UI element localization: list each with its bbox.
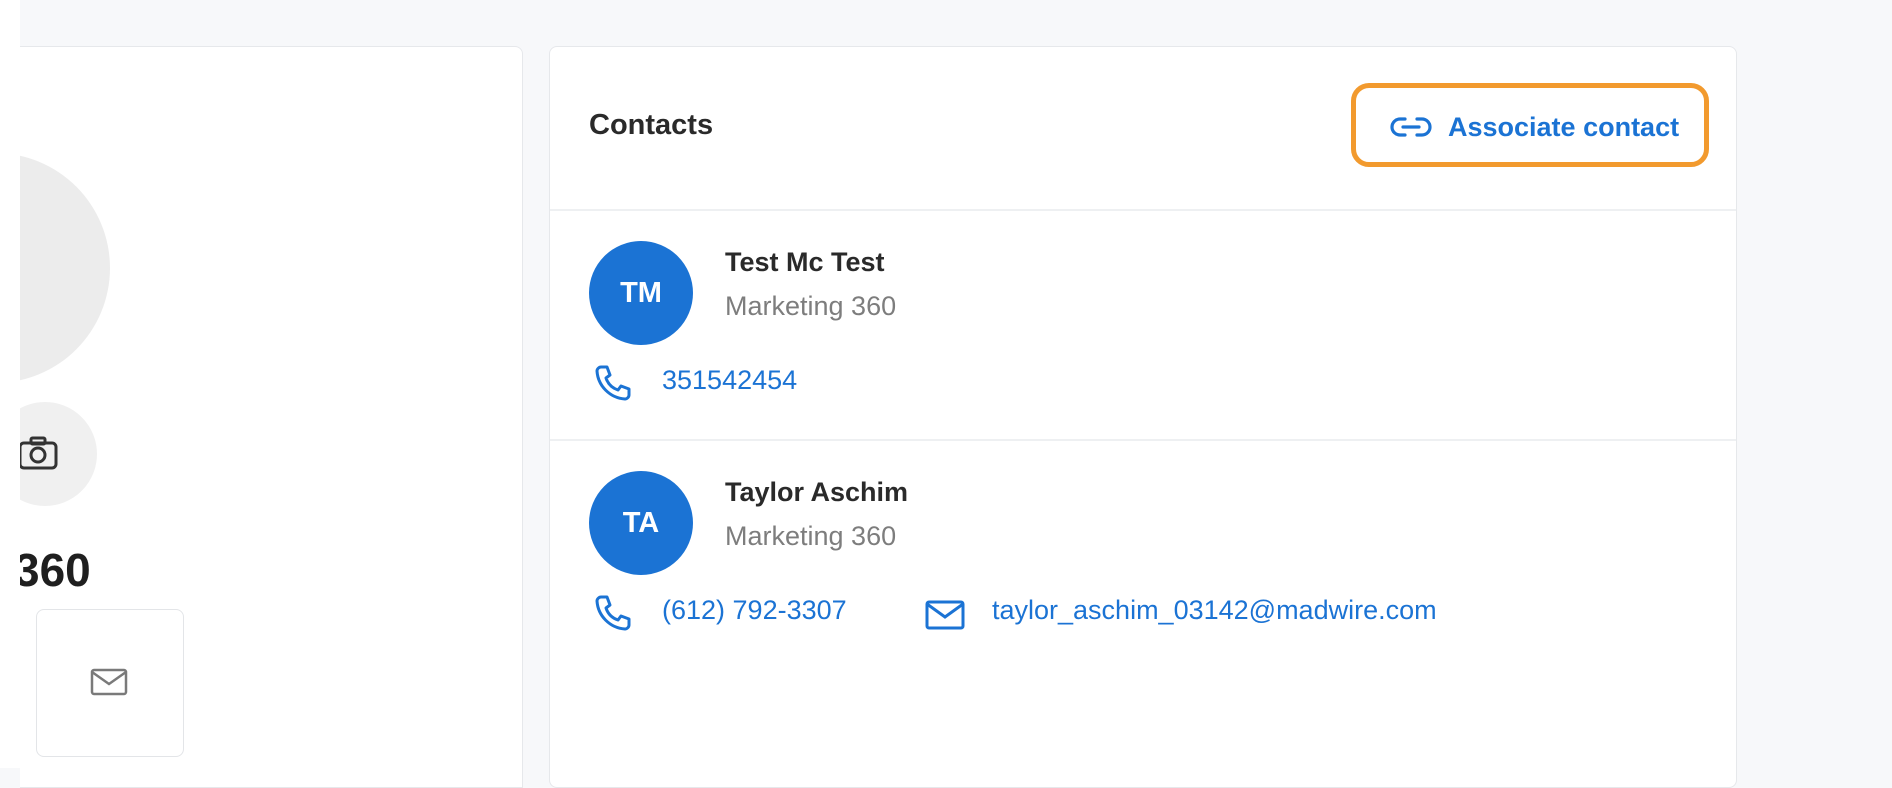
contact-company: Marketing 360 — [725, 291, 897, 321]
contact-email-link[interactable]: taylor_aschim_03142@madwire.com — [992, 595, 1437, 626]
contact-avatar[interactable]: TM — [589, 241, 693, 345]
contact-item: TM Test Mc Test Marketing 360 351542454 — [550, 211, 1736, 441]
mail-icon — [90, 668, 128, 696]
link-icon — [1390, 117, 1432, 137]
camera-icon — [20, 436, 58, 470]
contacts-title: Contacts — [589, 109, 714, 141]
upload-photo-button[interactable] — [20, 399, 100, 509]
contact-name[interactable]: Test Mc Test — [725, 247, 885, 278]
phone-icon — [595, 365, 631, 401]
page-edge — [0, 0, 20, 768]
contact-avatar[interactable]: TA — [589, 471, 693, 575]
contacts-header: Contacts Associate contact — [550, 47, 1736, 211]
contact-item: TA Taylor Aschim Marketing 360 (612) 792… — [550, 441, 1736, 669]
phone-icon — [595, 595, 631, 631]
associate-contact-label: Associate contact — [1448, 112, 1680, 142]
company-name: 360 — [20, 544, 91, 596]
company-avatar — [20, 153, 110, 383]
email-company-button[interactable] — [36, 609, 184, 757]
contact-phone-link[interactable]: 351542454 — [662, 365, 797, 396]
contact-name[interactable]: Taylor Aschim — [725, 477, 908, 508]
contacts-panel: Contacts Associate contact TM Test Mc Te… — [549, 46, 1737, 788]
contact-phone-link[interactable]: (612) 792-3307 — [662, 595, 847, 626]
company-card: 360 — [20, 46, 523, 788]
associate-contact-button[interactable]: Associate contact — [1351, 83, 1709, 167]
mail-icon — [925, 600, 965, 630]
contact-company: Marketing 360 — [725, 521, 897, 551]
